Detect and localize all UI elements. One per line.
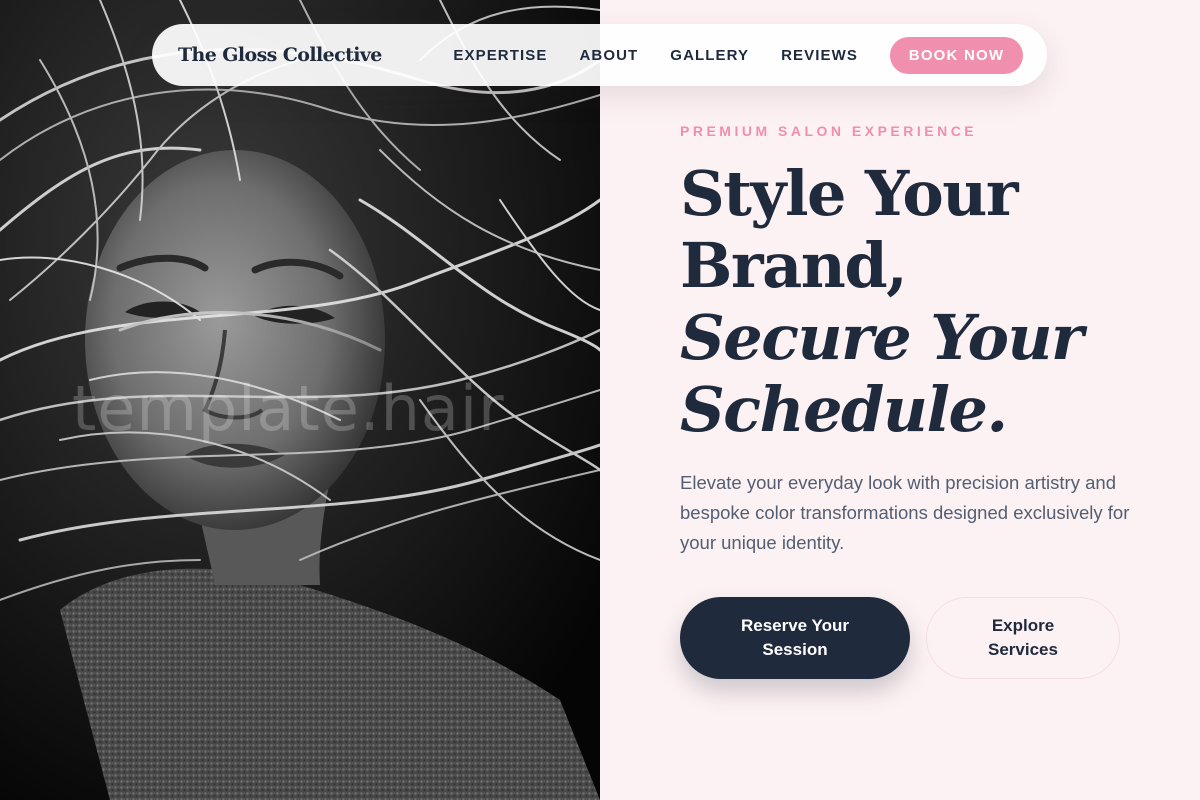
book-now-button[interactable]: BOOK NOW xyxy=(890,36,1023,74)
headline-line-2: Brand, xyxy=(680,229,908,302)
hero-eyebrow: PREMIUM SALON EXPERIENCE xyxy=(680,123,978,139)
brand-logo[interactable]: The Gloss Collective xyxy=(178,44,382,66)
top-navigation: The Gloss Collective EXPERTISE ABOUT GAL… xyxy=(152,24,1047,86)
watermark-text: template.hair xyxy=(72,372,505,445)
hero-headline: Style Your Brand, Secure Your Schedule. xyxy=(680,158,1160,446)
nav-link-gallery[interactable]: GALLERY xyxy=(670,47,749,64)
reserve-session-button[interactable]: Reserve Your Session xyxy=(680,597,910,679)
explore-services-button[interactable]: Explore Services xyxy=(926,597,1120,679)
hero-description: Elevate your everyday look with precisio… xyxy=(680,472,1130,553)
nav-link-about[interactable]: ABOUT xyxy=(579,47,638,64)
nav-link-reviews[interactable]: REVIEWS xyxy=(781,47,858,64)
nav-links: EXPERTISE ABOUT GALLERY REVIEWS BOOK NOW xyxy=(453,36,1023,74)
headline-line-3: Secure Your xyxy=(680,301,1084,374)
hero-photo: template.hair xyxy=(0,0,600,800)
headline-line-4: Schedule. xyxy=(680,373,1008,446)
headline-line-1: Style Your xyxy=(680,157,1019,230)
nav-link-expertise[interactable]: EXPERTISE xyxy=(453,47,547,64)
